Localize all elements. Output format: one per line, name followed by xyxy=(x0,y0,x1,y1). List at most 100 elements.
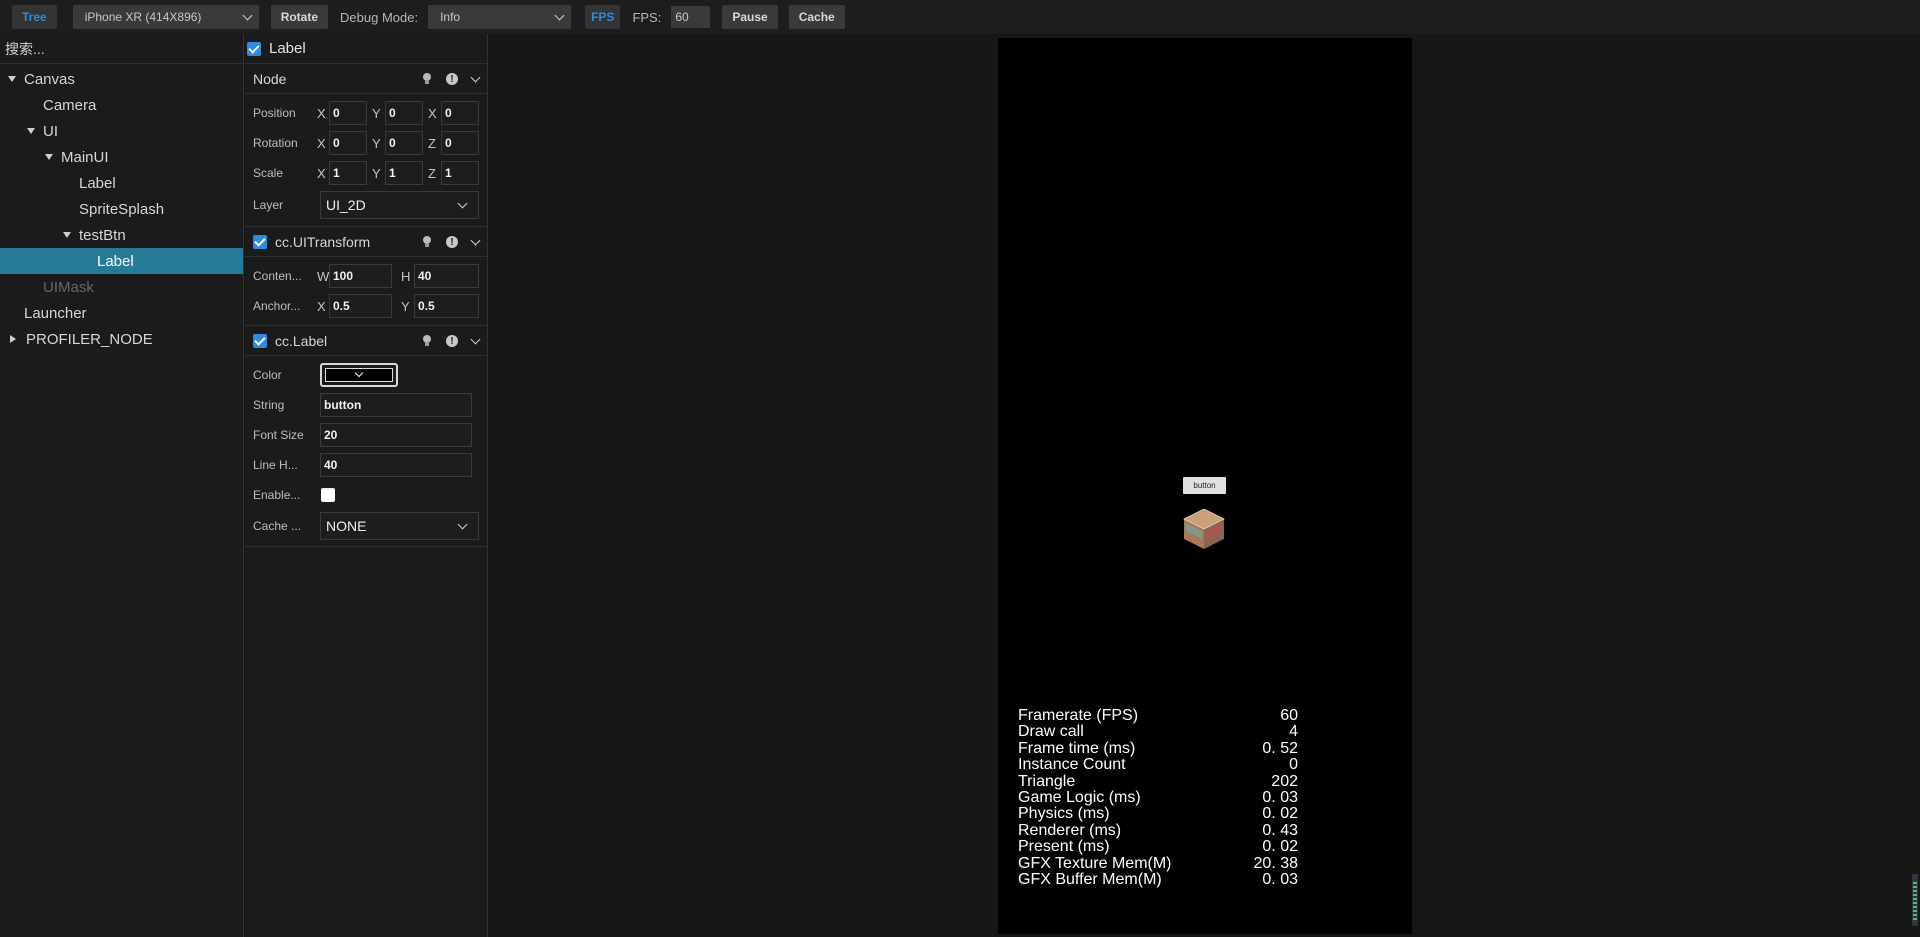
pause-button[interactable]: Pause xyxy=(722,5,778,29)
stat-name: GFX Buffer Mem(M) xyxy=(1018,870,1162,888)
uitransform-enabled-checkbox[interactable] xyxy=(253,234,267,249)
stat-name: Framerate (FPS) xyxy=(1018,707,1139,724)
axis-x-label: X xyxy=(317,105,326,121)
game-view[interactable]: button Framerate (FPS) 60 Draw call 4 Frame … xyxy=(998,38,1412,934)
caret-down-icon[interactable] xyxy=(8,76,16,82)
lightbulb-icon[interactable] xyxy=(422,236,432,248)
tree-item[interactable]: UIMask xyxy=(0,274,243,300)
lightbulb-icon[interactable] xyxy=(422,73,432,85)
chevron-down-icon[interactable] xyxy=(470,334,481,344)
color-picker[interactable] xyxy=(320,363,398,387)
scale-y-field[interactable]: 1 xyxy=(385,161,423,185)
tree-item[interactable]: Label xyxy=(0,170,243,196)
chevron-down-icon[interactable] xyxy=(470,235,481,245)
fps-toggle-button[interactable]: FPS xyxy=(585,5,621,29)
stat-row: Instance Count 0 xyxy=(1018,756,1298,773)
content-height-field[interactable]: 40 xyxy=(414,264,479,288)
line-height-label: Line H... xyxy=(253,458,298,472)
tree-item[interactable]: Camera xyxy=(0,92,243,118)
position-y-field[interactable]: 0 xyxy=(385,101,423,125)
enable-checkbox[interactable] xyxy=(321,488,335,502)
stat-value: 0. 52 xyxy=(1262,739,1298,757)
stat-row: Triangle 202 xyxy=(1018,773,1298,790)
anchor-x-field[interactable]: 0.5 xyxy=(329,294,392,318)
rotation-x-field[interactable]: 0 xyxy=(329,131,367,155)
axis-z-label: Z xyxy=(428,135,436,151)
tree-item[interactable]: Launcher xyxy=(0,300,243,326)
position-z-field[interactable]: 0 xyxy=(441,101,479,125)
string-label: String xyxy=(253,398,285,412)
tree-item-label: UIMask xyxy=(43,278,94,296)
stat-row: Framerate (FPS) 60 xyxy=(1018,707,1298,724)
anchor-y-field[interactable]: 0.5 xyxy=(414,294,479,318)
node-section-title: Node xyxy=(253,70,287,87)
stat-name: GFX Texture Mem(M) xyxy=(1018,854,1172,872)
axis-w-label: W xyxy=(317,268,330,284)
tree-item[interactable]: testBtn xyxy=(0,222,243,248)
axis-h-label: H xyxy=(401,268,411,284)
stat-row: Draw call 4 xyxy=(1018,723,1298,741)
tree-item[interactable]: SpriteSplash xyxy=(0,196,243,222)
line-height-field[interactable]: 40 xyxy=(320,453,472,477)
game-test-button[interactable]: button xyxy=(1183,477,1226,494)
position-x-field[interactable]: 0 xyxy=(329,101,367,125)
stat-row: Present (ms) 0. 02 xyxy=(1018,838,1298,856)
debug-mode-value: Info xyxy=(440,10,461,24)
label-enabled-checkbox[interactable] xyxy=(253,333,267,348)
rotation-y-field[interactable]: 0 xyxy=(385,131,423,155)
device-select-value: iPhone XR (414X896) xyxy=(84,10,202,24)
content-size-label: Conten... xyxy=(253,269,302,283)
uitransform-section-icons: ! xyxy=(422,227,481,257)
color-swatch xyxy=(325,368,393,382)
anchor-row: Anchor... X 0.5 Y 0.5 xyxy=(245,291,487,321)
label-section-header[interactable]: cc.Label ! xyxy=(245,326,487,356)
string-row: String button xyxy=(245,390,487,420)
chevron-down-icon xyxy=(242,10,253,20)
caret-right-icon[interactable] xyxy=(10,335,16,343)
info-icon[interactable]: ! xyxy=(446,73,458,85)
node-section-body: Position X 0 Y 0 X 0 Rotation X 0 Y 0 Z … xyxy=(245,94,487,227)
caret-down-icon[interactable] xyxy=(63,232,71,238)
tree-toggle-button[interactable]: Tree xyxy=(12,5,57,29)
lightbulb-icon[interactable] xyxy=(422,335,432,347)
rotate-button[interactable]: Rotate xyxy=(270,5,329,29)
node-active-checkbox[interactable] xyxy=(247,41,261,56)
stat-value: 0. 03 xyxy=(1262,870,1298,888)
anchor-label: Anchor... xyxy=(253,299,301,313)
caret-down-icon[interactable] xyxy=(27,128,35,134)
layer-select[interactable]: UI_2D xyxy=(320,191,479,219)
content-width-field[interactable]: 100 xyxy=(329,264,392,288)
string-field[interactable]: button xyxy=(320,393,472,417)
scale-x-field[interactable]: 1 xyxy=(329,161,367,185)
chevron-down-icon[interactable] xyxy=(470,72,481,82)
tree-item[interactable]: MainUI xyxy=(0,144,243,170)
info-icon[interactable]: ! xyxy=(446,335,458,347)
stat-name: Physics (ms) xyxy=(1018,805,1110,823)
cache-mode-select[interactable]: NONE xyxy=(320,512,479,540)
tree-item-label: UI xyxy=(43,122,58,140)
fps-input[interactable]: 60 xyxy=(671,6,711,28)
device-select[interactable]: iPhone XR (414X896) xyxy=(72,5,259,29)
stat-value: 4 xyxy=(1289,723,1298,741)
rotation-z-field[interactable]: 0 xyxy=(441,131,479,155)
debug-mode-label: Debug Mode: xyxy=(340,9,419,25)
debug-mode-select[interactable]: Info xyxy=(428,5,572,29)
caret-down-icon[interactable] xyxy=(45,154,53,160)
font-size-field[interactable]: 20 xyxy=(320,423,472,447)
tree-item[interactable]: Canvas xyxy=(0,66,243,92)
cache-button[interactable]: Cache xyxy=(788,5,845,29)
tree-search-input[interactable]: 搜索... xyxy=(0,34,243,64)
tree-item-label: testBtn xyxy=(79,226,126,244)
stat-row: Physics (ms) 0. 02 xyxy=(1018,805,1298,823)
info-icon[interactable]: ! xyxy=(446,236,458,248)
tree-item[interactable]: PROFILER_NODE xyxy=(0,326,243,352)
tree-item[interactable]: Label xyxy=(0,248,243,274)
stat-name: Renderer (ms) xyxy=(1018,821,1122,839)
uitransform-section-header[interactable]: cc.UITransform ! xyxy=(245,227,487,257)
scale-z-field[interactable]: 1 xyxy=(441,161,479,185)
axis-x-label: X xyxy=(317,298,326,314)
cache-mode-value: NONE xyxy=(326,518,367,534)
node-section-header[interactable]: Node ! xyxy=(245,64,487,94)
stat-value: 0. 02 xyxy=(1262,838,1298,856)
tree-item[interactable]: UI xyxy=(0,118,243,144)
